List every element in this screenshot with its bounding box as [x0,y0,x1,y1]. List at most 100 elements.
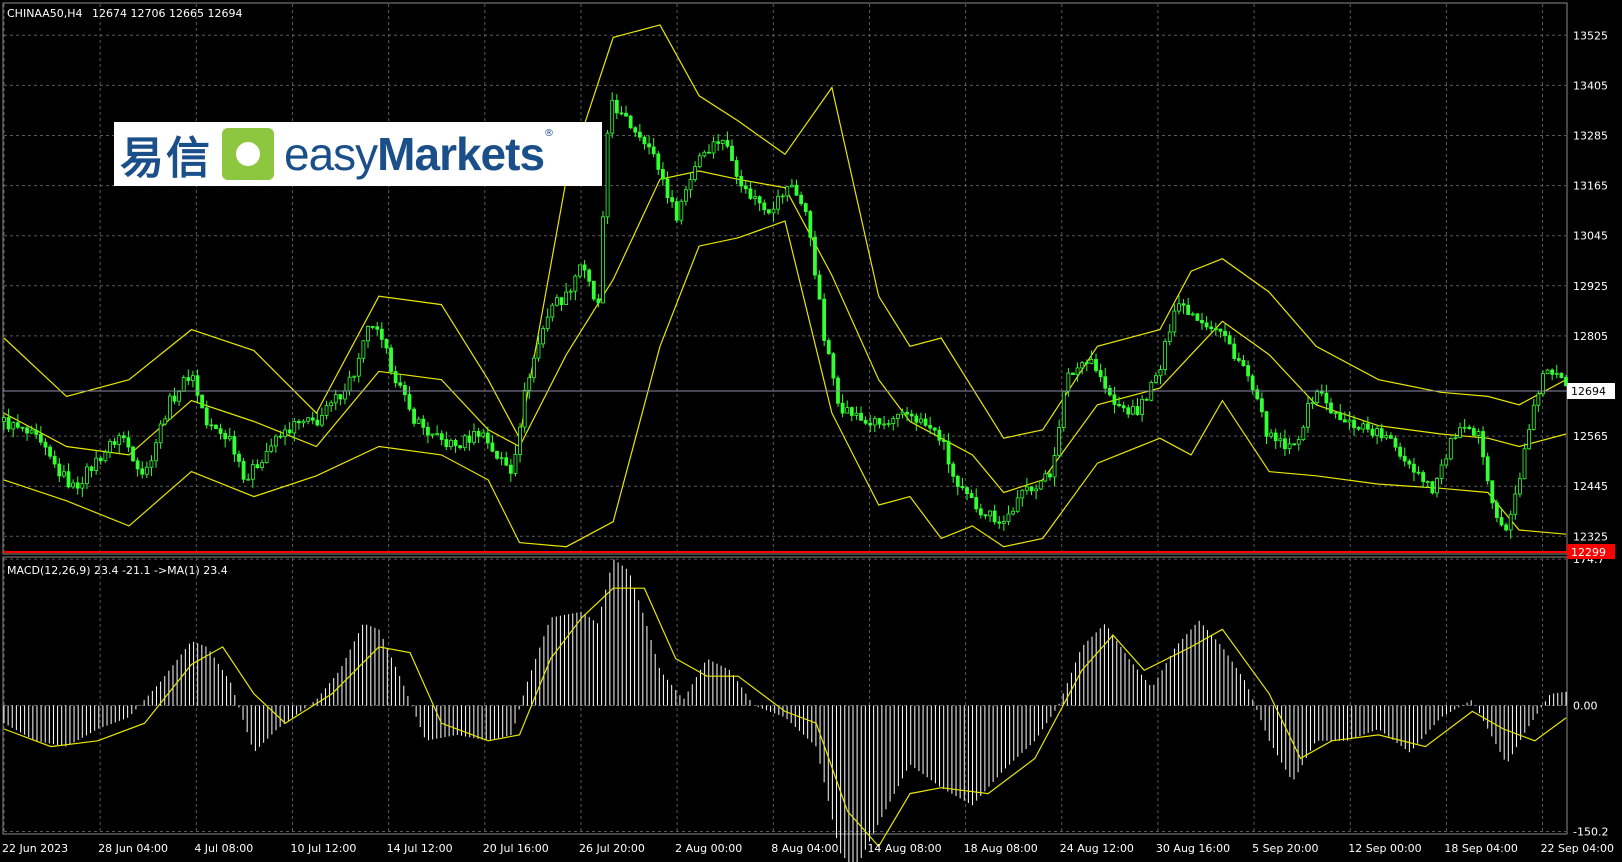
candle-body [624,112,628,117]
candle-body [1066,372,1071,392]
candle-body [637,131,642,138]
candle-body [1453,436,1458,439]
candle-body [684,189,688,202]
candle-body [103,451,108,462]
candle-body [154,442,158,462]
candle-body [656,153,661,170]
price-tick-label: 13045 [1573,230,1608,243]
candle-body [485,432,490,444]
time-tick-label: 14 Jul 12:00 [387,842,453,855]
candle-body [98,457,103,462]
candle-body [799,194,804,204]
candle-body [1195,313,1200,321]
signal-line [3,587,1567,848]
candle-body [29,429,34,434]
macd-panel-frame [2,556,1568,835]
candle-body [292,420,297,434]
candle-body [642,136,647,145]
candle-body [734,160,739,177]
candle-body [402,384,407,395]
candle-body [453,439,458,447]
candle-body [315,419,320,426]
candle-body [1494,502,1499,518]
candle-body [711,141,716,154]
candle-body [1467,426,1472,429]
candle-body [868,422,873,426]
candle-body [25,427,29,434]
time-tick-label: 22 Jun 2023 [2,842,68,855]
candle-body [499,457,504,460]
candle-body [651,146,656,155]
candle-body [1264,411,1269,437]
candle-body [813,236,817,276]
candle-body [951,463,956,477]
candle-body [191,375,195,381]
candle-body [1435,478,1439,494]
current-price-label: 12694 [1571,385,1606,398]
candle-body [1550,369,1555,375]
candle-body [790,184,794,188]
candle-body [1094,359,1098,371]
candle-body [85,466,89,485]
candle-body [1444,458,1449,466]
candle-body [1126,407,1131,415]
candle-body [1338,412,1343,421]
candle-body [260,462,264,469]
candle-body [591,280,596,300]
candle-body [748,188,753,199]
candle-body [794,184,799,196]
candle-body [1200,319,1204,324]
time-tick-label: 14 Aug 08:00 [867,842,941,855]
candle-body [983,514,988,517]
time-tick-label: 24 Aug 12:00 [1060,842,1134,855]
candle-body [1250,375,1255,391]
candle-body [559,297,564,306]
candle-body [1025,486,1029,491]
candle-body [384,338,389,349]
candle-body [177,391,181,402]
candle-body [605,132,610,218]
candle-body [822,298,827,341]
candle-body [181,377,186,392]
candle-body [1504,524,1509,531]
candle-body [582,264,587,271]
candle-body [444,439,449,448]
candle-body [886,423,891,425]
candle-body [232,436,237,455]
price-tick-label: 12925 [1573,280,1608,293]
candle-body [1448,438,1453,460]
candle-body [1209,326,1214,330]
candle-body [490,442,495,452]
candle-body [269,445,274,452]
candle-body [57,463,62,477]
candle-body [877,418,882,425]
candle-body [1518,478,1522,495]
candle-body [140,468,145,475]
candle-body [273,435,278,447]
candle-body [209,424,214,427]
time-tick-label: 28 Jun 04:00 [98,842,168,855]
candle-body [320,414,324,426]
candle-body [379,328,384,340]
candle-body [227,436,232,440]
candle-body [389,347,393,372]
logo-wordmark: easyMarkets [284,128,545,180]
candle-body [306,417,311,422]
candle-body [131,446,135,462]
candle-body [1227,335,1232,345]
candle-body [435,433,440,436]
candle-body [1389,435,1393,439]
candle-body [163,418,168,425]
candle-body [223,433,228,440]
candle-body [942,439,946,443]
candle-body [172,395,177,402]
candle-body [1522,448,1527,480]
candle-body [1223,330,1227,337]
candle-body [849,407,854,416]
candle-body [301,420,306,424]
candle-body [135,460,140,470]
candle-body [1273,432,1278,442]
candle-body [905,411,910,415]
candle-body [1259,398,1264,413]
candle-body [1439,464,1444,479]
